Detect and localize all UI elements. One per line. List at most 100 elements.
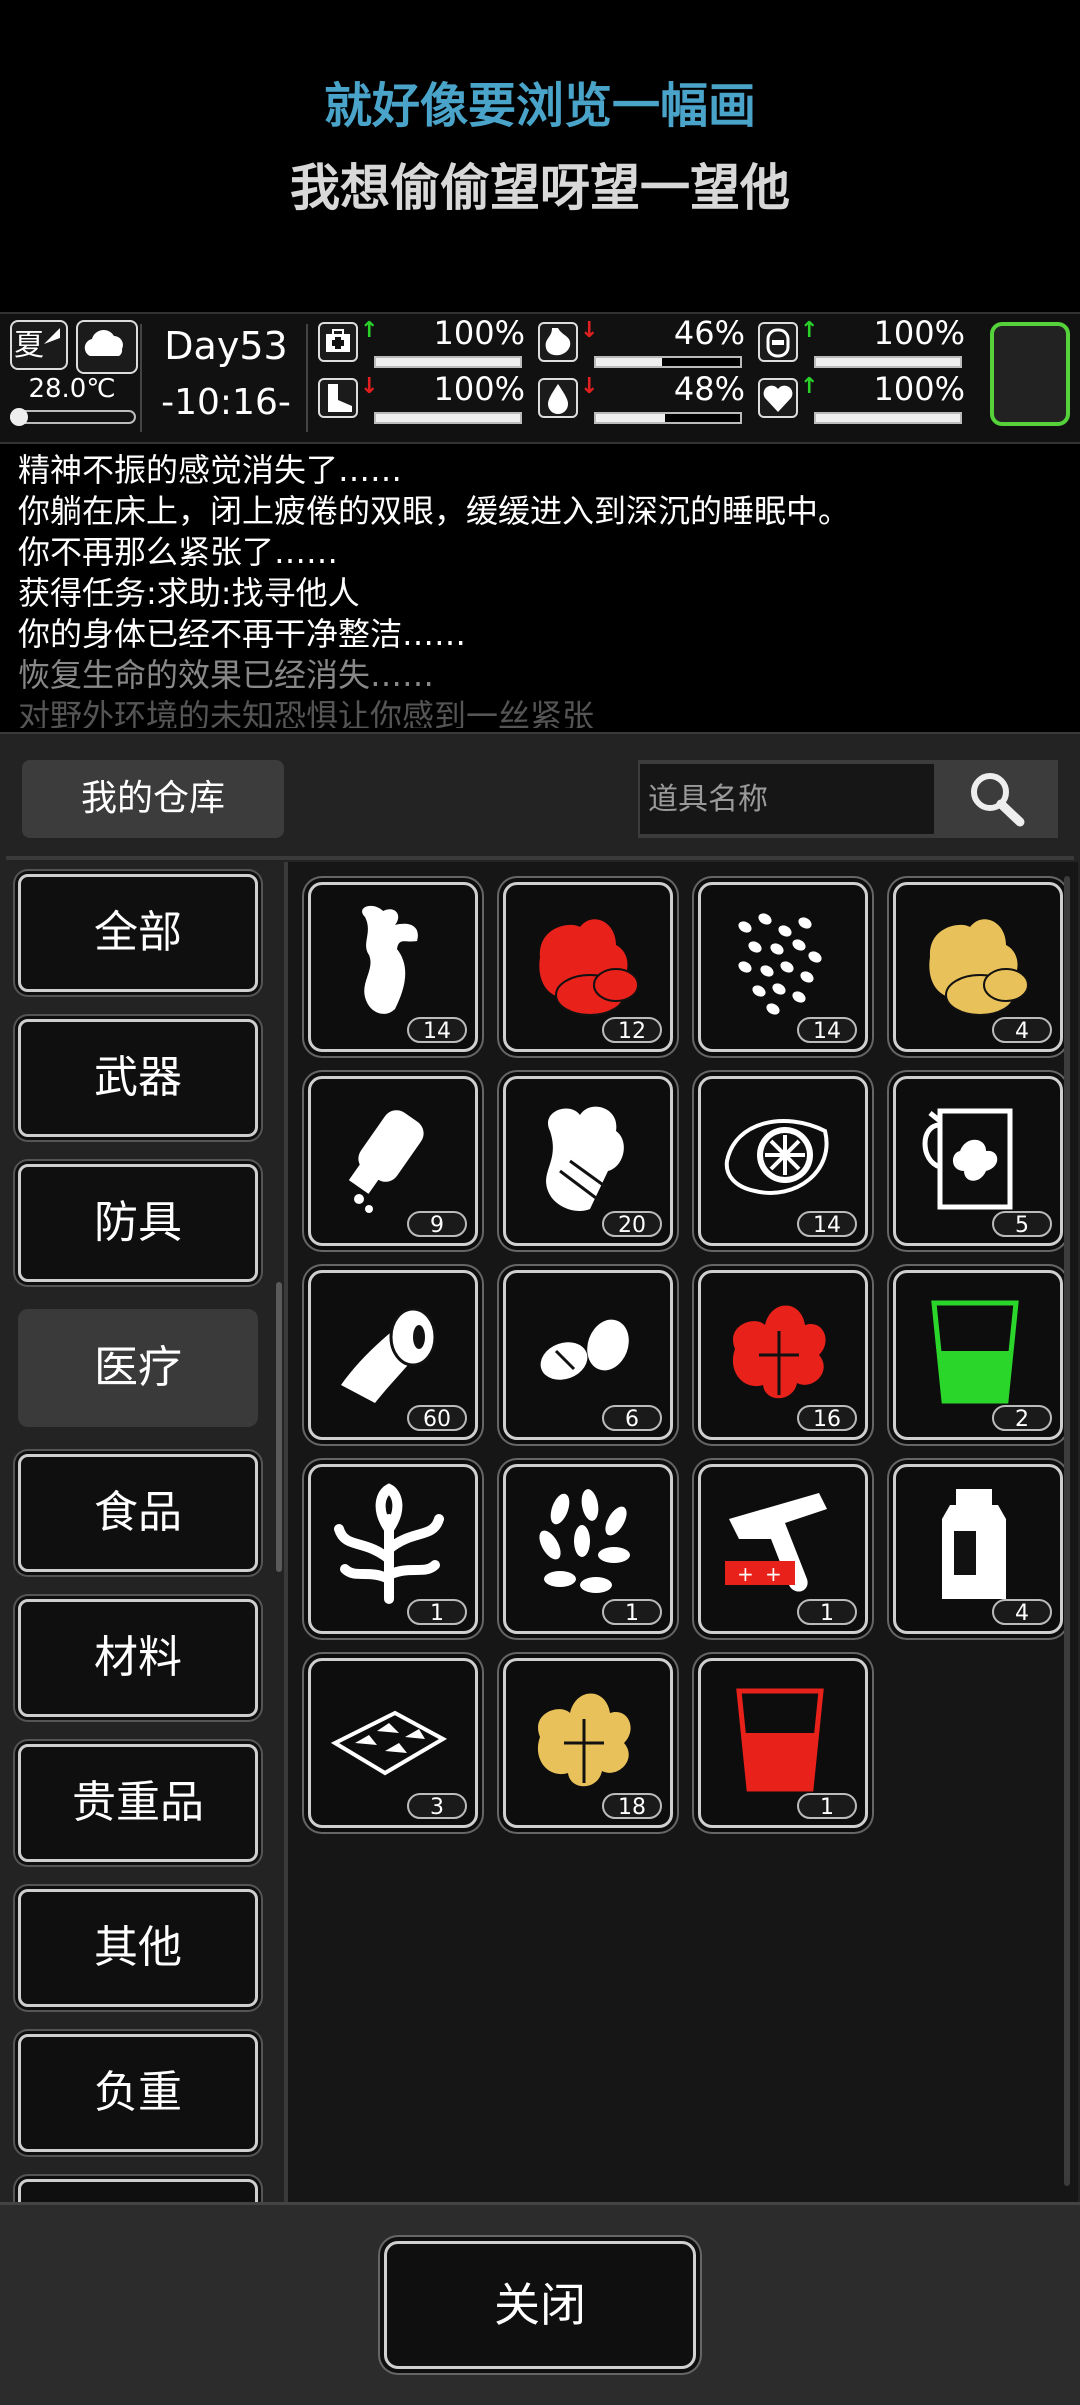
item-grid: 14 12 14 4 9 20 14 5 60 6 16 2 1 1 + +1 4 3 18 1 — [284, 862, 1078, 2202]
clock-time: -10:16- — [161, 382, 291, 423]
inventory-item[interactable]: 4 — [893, 1464, 1063, 1634]
wild-plant-icon — [334, 1483, 444, 1604]
stat-bar — [594, 356, 742, 368]
herbal-jug-icon — [922, 1108, 1013, 1210]
trend-arrow-icon: ↑ — [360, 318, 379, 343]
lyrics-overlay: 就好像要浏览一幅画 我想偷偷望呀望一望他 — [0, 0, 1080, 310]
equipped-slot[interactable] — [990, 322, 1070, 426]
svg-text:+: + — [737, 1562, 754, 1586]
status-stat: ↓ 46% — [538, 314, 753, 368]
inventory-item[interactable]: 5 — [893, 1076, 1063, 1246]
stat-value: 100% — [433, 314, 525, 352]
leaf-sprigs-icon — [539, 1489, 630, 1593]
warehouse-panel: 我的仓库 全部武器防具医疗食品材料贵重品其他负重 141214492014560… — [0, 732, 1080, 2405]
log-line: 精神不振的感觉消失了…… — [18, 451, 403, 489]
temperature-bar — [10, 408, 136, 426]
inventory-item[interactable]: 20 — [503, 1076, 673, 1246]
red-potion-cup-icon — [736, 1688, 824, 1792]
log-line: 你躺在床上，闭上疲倦的双眼，缓缓进入到深沉的睡眠中。 — [18, 492, 851, 530]
item-count: 1 — [797, 1793, 857, 1820]
item-count: 14 — [407, 1017, 467, 1044]
stat-bar — [594, 412, 742, 424]
category-button-partial[interactable] — [18, 2179, 258, 2202]
stomach-icon — [538, 322, 578, 362]
search-box — [638, 760, 1058, 838]
search-icon[interactable] — [938, 760, 1058, 838]
status-bar: 夏 28.0℃ Day53 -10:16- ↑ 100% ↓ 46% ↑ 100% ↓ 100… — [0, 312, 1080, 444]
sun-icon — [44, 328, 60, 344]
inventory-item[interactable]: 16 — [698, 1270, 868, 1440]
stat-value: 100% — [873, 370, 965, 408]
day-counter: Day53 — [164, 324, 288, 368]
inventory-item[interactable]: 60 — [308, 1270, 478, 1440]
item-count: 5 — [992, 1211, 1052, 1238]
heart-icon — [758, 378, 798, 418]
log-line: 对野外环境的未知恐惧让你感到一丝紧张 — [18, 697, 595, 728]
inventory-item[interactable]: 2 — [893, 1270, 1063, 1440]
category-button[interactable]: 其他 — [18, 1889, 258, 2007]
red-herb-leaves-icon — [539, 919, 639, 1016]
sidebar-scrollbar[interactable] — [276, 1282, 282, 1572]
inventory-item[interactable]: 4 — [893, 882, 1063, 1052]
close-button[interactable]: 关闭 — [384, 2241, 696, 2369]
item-count: 18 — [602, 1793, 662, 1820]
trend-arrow-icon: ↓ — [580, 374, 599, 399]
category-button[interactable]: 食品 — [18, 1454, 258, 1572]
item-count: 14 — [797, 1017, 857, 1044]
inventory-item[interactable]: 1 — [503, 1464, 673, 1634]
cloud-icon — [76, 320, 138, 374]
item-count: 3 — [407, 1793, 467, 1820]
svg-text:+: + — [765, 1562, 782, 1586]
stat-value: 100% — [433, 370, 525, 408]
divider — [306, 324, 308, 432]
lyric-line-1: 就好像要浏览一幅画 — [323, 78, 756, 134]
category-button[interactable]: 全部 — [18, 874, 258, 992]
medkit-icon — [318, 322, 358, 362]
divider — [6, 856, 1074, 860]
inventory-item[interactable]: 12 — [503, 882, 673, 1052]
search-input[interactable] — [640, 764, 934, 834]
stat-bar — [814, 412, 962, 424]
herb-bundle-icon — [546, 1106, 624, 1211]
category-button[interactable]: 防具 — [18, 1164, 258, 1282]
item-count: 1 — [797, 1599, 857, 1626]
stat-bar — [374, 412, 522, 424]
inventory-item[interactable]: 6 — [503, 1270, 673, 1440]
inventory-item[interactable]: 14 — [698, 1076, 868, 1246]
status-stat: ↓ 48% — [538, 370, 753, 424]
log-line: 你的身体已经不再干净整洁…… — [18, 615, 467, 653]
mood-icon — [758, 322, 798, 362]
category-button[interactable]: 医疗 — [18, 1309, 258, 1427]
category-button[interactable]: 武器 — [18, 1019, 258, 1137]
temperature: 28.0℃ — [28, 374, 116, 404]
category-button[interactable]: 贵重品 — [18, 1744, 258, 1862]
category-button[interactable]: 材料 — [18, 1599, 258, 1717]
trend-arrow-icon: ↑ — [800, 318, 819, 343]
yellow-herb-leaves-icon — [929, 919, 1029, 1016]
item-count: 6 — [602, 1405, 662, 1432]
flare-gun-icon: + + — [725, 1493, 827, 1592]
lemon-slice-icon — [724, 1119, 829, 1195]
item-count: 16 — [797, 1405, 857, 1432]
grid-scrollbar[interactable] — [1064, 876, 1070, 2186]
status-stat: ↑ 100% — [758, 314, 973, 368]
category-button[interactable]: 负重 — [18, 2034, 258, 2152]
nuts-icon — [540, 1319, 629, 1380]
lyric-line-2: 我想偷偷望呀望一望他 — [290, 159, 790, 217]
inventory-item[interactable]: 14 — [698, 882, 868, 1052]
inventory-item[interactable]: 14 — [308, 882, 478, 1052]
season-badge: 夏 — [10, 320, 68, 370]
log-line: 获得任务:求助:找寻他人 — [18, 574, 360, 612]
inventory-item[interactable]: 1 — [698, 1658, 868, 1828]
inventory-item[interactable]: 3 — [308, 1658, 478, 1828]
warehouse-title: 我的仓库 — [22, 760, 284, 838]
status-stat: ↓ 100% — [318, 370, 533, 424]
red-leaf-plant-icon — [732, 1305, 826, 1399]
stat-bar — [374, 356, 522, 368]
message-log: 精神不振的感觉消失了…… 你躺在床上，闭上疲倦的双眼，缓缓进入到深沉的睡眠中。 … — [18, 450, 1068, 728]
inventory-item[interactable]: 18 — [503, 1658, 673, 1828]
inventory-item[interactable]: 9 — [308, 1076, 478, 1246]
item-count: 60 — [407, 1405, 467, 1432]
inventory-item[interactable]: + +1 — [698, 1464, 868, 1634]
inventory-item[interactable]: 1 — [308, 1464, 478, 1634]
